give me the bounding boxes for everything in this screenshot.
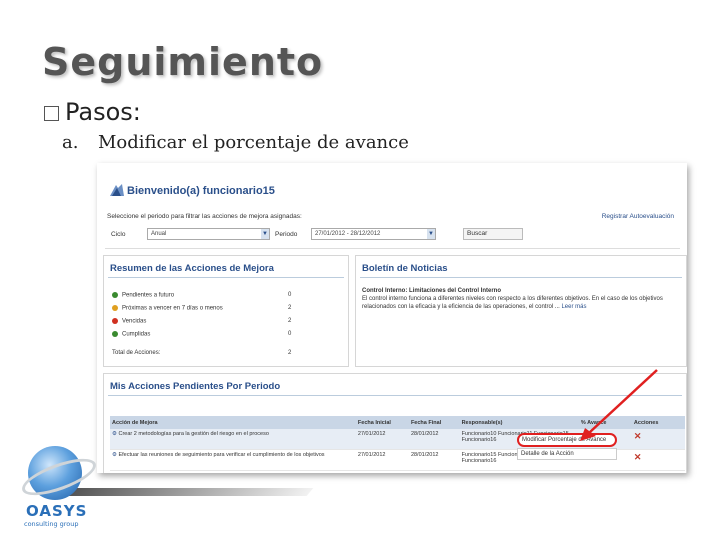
delete-icon[interactable]: ✕	[634, 431, 642, 441]
resumen-total-label: Total de Acciones:	[112, 350, 161, 356]
resumen-item-value: 0	[288, 292, 292, 298]
row-action-cell: ⚙ Efectuar las reuniones de seguimiento …	[110, 449, 356, 471]
row-action: Crear 2 metodologías para la gestión del…	[118, 431, 269, 437]
boletin-text: Control Interno: Limitaciones del Contro…	[362, 287, 682, 311]
ciclo-select[interactable]: Anual ▼	[147, 228, 270, 240]
status-icon	[112, 318, 118, 324]
ciclo-value: Anual	[151, 231, 167, 237]
resumen-item-label: Vencidas	[122, 318, 147, 325]
sub-bullet-text: Modificar el porcentaje de avance	[98, 132, 409, 153]
column-header: Acciones	[631, 416, 685, 429]
row-start-date: 27/01/2012	[355, 429, 409, 450]
resumen-item-label: Cumplidas	[122, 331, 151, 338]
boletin-heading: Control Interno: Limitaciones del Contro…	[362, 288, 501, 294]
slide-title: Seguimiento	[42, 40, 324, 84]
sub-bullet-a: a. Modificar el porcentaje de avance	[62, 132, 409, 153]
periodo-value: 27/01/2012 - 28/12/2012	[315, 231, 381, 237]
resumen-title: Resumen de las Acciones de Mejora	[110, 263, 274, 274]
gear-icon: ⚙	[112, 431, 117, 437]
oasys-logo: OASYS consulting group	[17, 442, 101, 534]
periodo-label: Periodo	[275, 231, 298, 238]
sub-bullet-number: a.	[62, 132, 79, 153]
buscar-button[interactable]: Buscar	[463, 228, 523, 240]
welcome-subtitle: Seleccione el periodo para filtrar las a…	[107, 213, 302, 220]
column-header: Fecha Final	[408, 416, 460, 429]
boletin-read-more-link[interactable]: Leer más	[561, 304, 586, 310]
resumen-item[interactable]: Cumplidas	[112, 331, 150, 338]
row-context-menu: Modificar Porcentaje de Avance Detalle d…	[517, 433, 617, 461]
column-header: % Avance	[578, 416, 632, 429]
logo-name: OASYS	[26, 502, 88, 520]
status-icon	[112, 305, 118, 311]
welcome-title: Bienvenido(a) funcionario15	[127, 185, 275, 197]
resumen-item-value: 2	[288, 318, 292, 324]
resumen-item-label: Próximas a vencer en 7 días o menos	[122, 305, 223, 312]
register-evaluation-link[interactable]: Registrar Autoevaluación	[602, 213, 674, 220]
bullet-box-icon	[44, 105, 59, 121]
status-icon	[112, 331, 118, 337]
status-icon	[112, 292, 118, 298]
resumen-item-value: 0	[288, 331, 292, 337]
resumen-item[interactable]: Pendientes a futuro	[112, 292, 174, 299]
row-action-cell: ⚙ Crear 2 metodologías para la gestión d…	[110, 429, 356, 450]
bullet-pasos: Pasos:	[44, 98, 141, 126]
column-header: Acción de Mejora	[110, 416, 356, 429]
row-end-date: 28/01/2012	[408, 449, 460, 471]
column-header: Fecha Inicial	[355, 416, 409, 429]
chevron-down-icon: ▼	[427, 229, 435, 239]
resumen-panel: Resumen de las Acciones de Mejora Pendie…	[103, 255, 349, 367]
action-detail-menu-item[interactable]: Detalle de la Acción	[517, 448, 617, 460]
row-actions: ✕	[631, 449, 685, 471]
divider	[360, 277, 682, 278]
boletin-body: El control interno funciona a diferentes…	[362, 296, 663, 310]
welcome-icon	[110, 184, 124, 196]
row-actions: ✕	[631, 429, 685, 450]
boletin-title: Boletín de Noticias	[362, 263, 448, 274]
resumen-item-value: 2	[288, 305, 292, 311]
boletin-panel: Boletín de Noticias Control Interno: Lim…	[355, 255, 687, 367]
row-start-date: 27/01/2012	[355, 449, 409, 471]
resumen-item[interactable]: Próximas a vencer en 7 días o menos	[112, 305, 223, 312]
resumen-item-label: Pendientes a futuro	[122, 292, 175, 299]
welcome-panel: Bienvenido(a) funcionario15 Seleccione e…	[105, 173, 680, 249]
bullet-pasos-label: Pasos:	[65, 98, 141, 126]
row-action: Efectuar las reuniones de seguimiento pa…	[118, 452, 325, 458]
logo-tagline: consulting group	[24, 520, 79, 528]
resumen-total-value: 2	[288, 350, 292, 356]
chevron-down-icon: ▼	[261, 229, 269, 239]
modify-progress-menu-item[interactable]: Modificar Porcentaje de Avance	[517, 433, 617, 447]
gear-icon: ⚙	[112, 452, 117, 458]
table-header-row: Acción de Mejora Fecha Inicial Fecha Fin…	[110, 416, 685, 429]
divider	[108, 277, 344, 278]
app-screenshot: Bienvenido(a) funcionario15 Seleccione e…	[97, 163, 687, 473]
acciones-title: Mis Acciones Pendientes Por Periodo	[110, 381, 281, 392]
periodo-select[interactable]: 27/01/2012 - 28/12/2012 ▼	[311, 228, 436, 240]
row-end-date: 28/01/2012	[408, 429, 460, 450]
resumen-item[interactable]: Vencidas	[112, 318, 146, 325]
column-header: Responsable(s)	[459, 416, 579, 429]
delete-icon[interactable]: ✕	[634, 452, 642, 462]
divider	[108, 395, 682, 396]
ciclo-label: Ciclo	[111, 231, 126, 238]
